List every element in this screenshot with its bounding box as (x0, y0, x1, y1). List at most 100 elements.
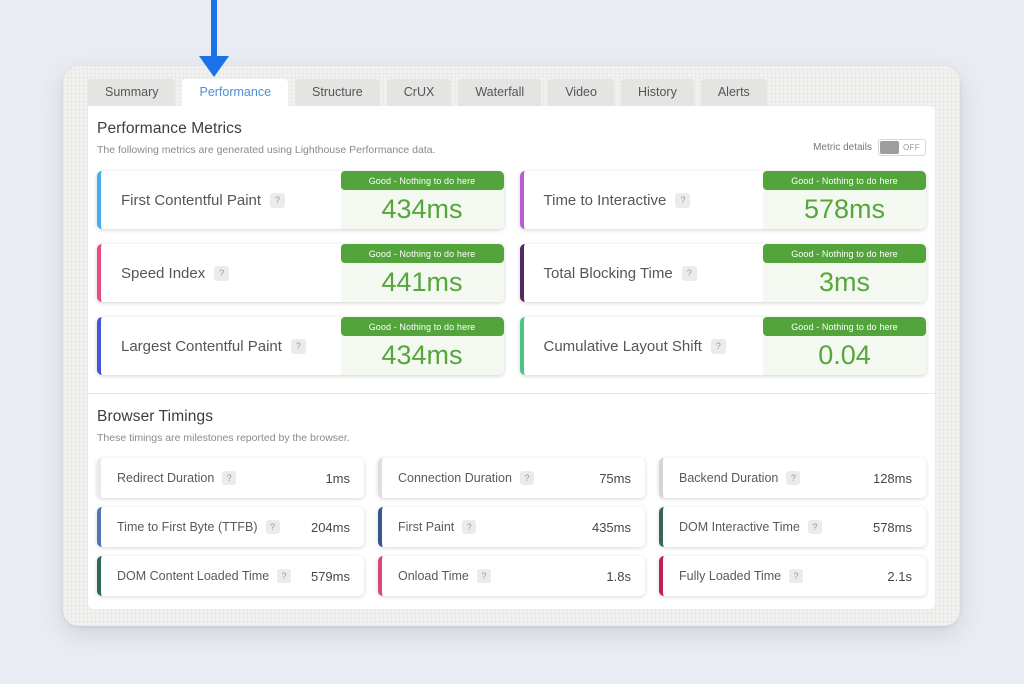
metric-card-speed-index: Speed Index ? Good - Nothing to do here … (97, 244, 504, 302)
metric-value: 441ms (381, 269, 462, 296)
tab-bar: Summary Performance Structure CrUX Water… (88, 79, 935, 106)
metric-details-toggle[interactable]: OFF (878, 139, 926, 156)
help-icon[interactable]: ? (214, 266, 229, 281)
timing-value: 1.8s (606, 569, 631, 584)
timings-section-subtitle: These timings are milestones reported by… (97, 432, 350, 444)
help-icon[interactable]: ? (270, 193, 285, 208)
status-badge: Good - Nothing to do here (763, 171, 926, 190)
metric-details-control: Metric details OFF (813, 139, 926, 156)
tab-history[interactable]: History (621, 79, 694, 106)
metric-value-box: Good - Nothing to do here 3ms (763, 244, 926, 302)
section-divider (88, 393, 935, 394)
metrics-section-subtitle: The following metrics are generated usin… (97, 144, 436, 156)
tab-structure[interactable]: Structure (295, 79, 380, 106)
metric-label: Time to Interactive (544, 192, 667, 209)
metric-value: 434ms (381, 196, 462, 223)
help-icon[interactable]: ? (291, 339, 306, 354)
metrics-section-header: Performance Metrics The following metric… (97, 120, 926, 158)
help-icon[interactable]: ? (786, 471, 800, 485)
metric-details-label: Metric details (813, 142, 872, 153)
timing-label: DOM Content Loaded Time (117, 569, 269, 583)
help-icon[interactable]: ? (277, 569, 291, 583)
metric-value-box: Good - Nothing to do here 434ms (341, 171, 504, 229)
timing-label: Connection Duration (398, 471, 512, 485)
metric-value-box: Good - Nothing to do here 578ms (763, 171, 926, 229)
help-icon[interactable]: ? (711, 339, 726, 354)
metric-card-time-to-interactive: Time to Interactive ? Good - Nothing to … (520, 171, 927, 229)
pointer-arrow (199, 0, 229, 78)
timing-value: 1ms (325, 471, 350, 486)
timing-value: 578ms (873, 520, 912, 535)
help-icon[interactable]: ? (520, 471, 534, 485)
tab-waterfall[interactable]: Waterfall (458, 79, 541, 106)
metric-label: Total Blocking Time (544, 265, 673, 282)
status-badge: Good - Nothing to do here (341, 317, 504, 336)
metric-value: 578ms (804, 196, 885, 223)
timing-card-time-to-first-byte: Time to First Byte (TTFB) ? 204ms (97, 507, 364, 547)
timing-card-dom-interactive-time: DOM Interactive Time ? 578ms (659, 507, 926, 547)
metric-value: 434ms (381, 342, 462, 369)
timing-card-first-paint: First Paint ? 435ms (378, 507, 645, 547)
tab-summary[interactable]: Summary (88, 79, 175, 106)
timing-label: Redirect Duration (117, 471, 214, 485)
toggle-knob (880, 141, 899, 154)
timings-grid: Redirect Duration ? 1ms Connection Durat… (97, 458, 926, 596)
metrics-grid: First Contentful Paint ? Good - Nothing … (97, 171, 926, 375)
metric-value-box: Good - Nothing to do here 0.04 (763, 317, 926, 375)
status-badge: Good - Nothing to do here (341, 244, 504, 263)
metric-value-box: Good - Nothing to do here 441ms (341, 244, 504, 302)
timing-card-connection-duration: Connection Duration ? 75ms (378, 458, 645, 498)
metric-card-largest-contentful-paint: Largest Contentful Paint ? Good - Nothin… (97, 317, 504, 375)
metric-card-total-blocking-time: Total Blocking Time ? Good - Nothing to … (520, 244, 927, 302)
timings-section-title: Browser Timings (97, 408, 350, 426)
timing-value: 579ms (311, 569, 350, 584)
timing-label: DOM Interactive Time (679, 520, 800, 534)
metric-value: 0.04 (818, 342, 871, 369)
tab-video[interactable]: Video (548, 79, 614, 106)
tab-alerts[interactable]: Alerts (701, 79, 767, 106)
metrics-section-title: Performance Metrics (97, 120, 436, 138)
timing-card-dom-content-loaded-time: DOM Content Loaded Time ? 579ms (97, 556, 364, 596)
status-badge: Good - Nothing to do here (341, 171, 504, 190)
timing-value: 75ms (599, 471, 631, 486)
metric-value-box: Good - Nothing to do here 434ms (341, 317, 504, 375)
help-icon[interactable]: ? (222, 471, 236, 485)
timing-label: Fully Loaded Time (679, 569, 781, 583)
metric-label: Cumulative Layout Shift (544, 338, 702, 355)
timing-label: Backend Duration (679, 471, 778, 485)
metric-label: Largest Contentful Paint (121, 338, 282, 355)
help-icon[interactable]: ? (808, 520, 822, 534)
help-icon[interactable]: ? (675, 193, 690, 208)
status-badge: Good - Nothing to do here (763, 317, 926, 336)
help-icon[interactable]: ? (462, 520, 476, 534)
timing-label: Onload Time (398, 569, 469, 583)
timing-card-onload-time: Onload Time ? 1.8s (378, 556, 645, 596)
metric-card-first-contentful-paint: First Contentful Paint ? Good - Nothing … (97, 171, 504, 229)
tab-performance[interactable]: Performance (182, 79, 288, 106)
performance-panel: Performance Metrics The following metric… (88, 106, 935, 609)
pointer-arrow-head (199, 56, 229, 77)
timing-value: 128ms (873, 471, 912, 486)
timing-card-redirect-duration: Redirect Duration ? 1ms (97, 458, 364, 498)
timing-label: Time to First Byte (TTFB) (117, 520, 258, 534)
help-icon[interactable]: ? (789, 569, 803, 583)
timing-card-backend-duration: Backend Duration ? 128ms (659, 458, 926, 498)
pointer-arrow-line (211, 0, 217, 58)
timing-value: 2.1s (887, 569, 912, 584)
toggle-state-label: OFF (903, 143, 920, 152)
timing-value: 435ms (592, 520, 631, 535)
metric-label: Speed Index (121, 265, 205, 282)
metric-label: First Contentful Paint (121, 192, 261, 209)
timing-value: 204ms (311, 520, 350, 535)
tab-crux[interactable]: CrUX (387, 79, 452, 106)
timing-card-fully-loaded-time: Fully Loaded Time ? 2.1s (659, 556, 926, 596)
timings-section-header: Browser Timings These timings are milest… (97, 408, 926, 446)
timing-label: First Paint (398, 520, 454, 534)
status-badge: Good - Nothing to do here (763, 244, 926, 263)
metric-card-cumulative-layout-shift: Cumulative Layout Shift ? Good - Nothing… (520, 317, 927, 375)
help-icon[interactable]: ? (682, 266, 697, 281)
help-icon[interactable]: ? (266, 520, 280, 534)
metric-value: 3ms (819, 269, 870, 296)
help-icon[interactable]: ? (477, 569, 491, 583)
report-card: Summary Performance Structure CrUX Water… (63, 66, 960, 626)
